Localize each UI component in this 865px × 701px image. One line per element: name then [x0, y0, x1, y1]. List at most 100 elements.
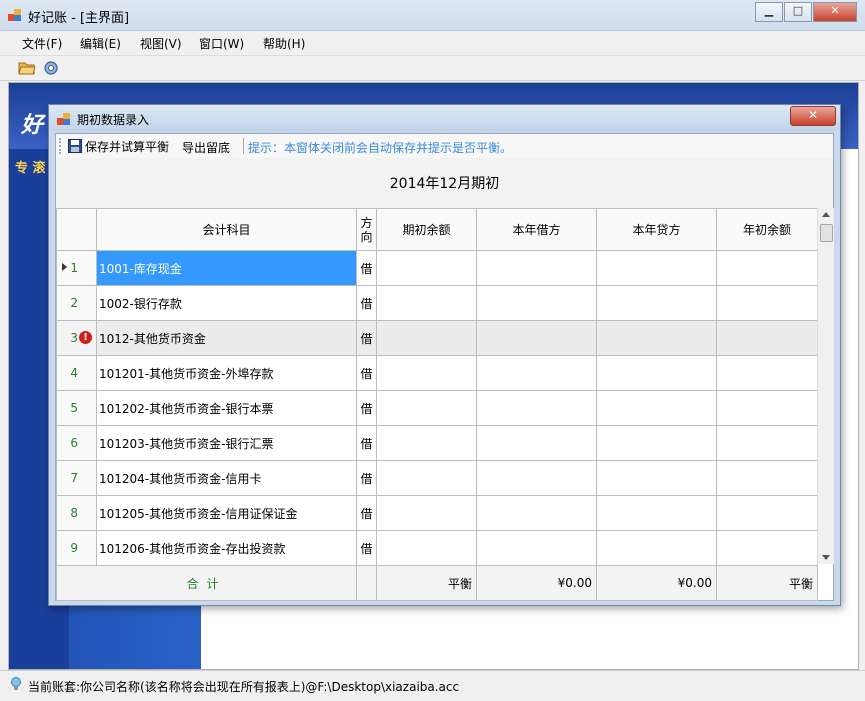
app-logo: 好 — [21, 113, 44, 138]
row-number[interactable]: 8 — [56, 495, 97, 531]
year-start-balance-cell[interactable] — [716, 460, 818, 496]
table-row[interactable]: 2 1002-银行存款 借 — [56, 285, 818, 321]
year-start-balance-cell[interactable] — [716, 495, 818, 531]
account-cell[interactable]: 101204-其他货币资金-信用卡 — [96, 460, 357, 496]
year-credit-cell[interactable] — [596, 425, 717, 461]
direction-cell[interactable]: 借 — [356, 390, 377, 426]
header-opening-balance[interactable]: 期初余额 — [376, 208, 477, 251]
opening-balance-cell[interactable] — [376, 390, 477, 426]
row-number[interactable]: 7 — [56, 460, 97, 496]
direction-cell[interactable]: 借 — [356, 320, 377, 356]
direction-cell[interactable]: 借 — [356, 425, 377, 461]
year-start-balance-cell[interactable] — [716, 250, 818, 286]
maximize-button[interactable]: □ — [784, 2, 812, 22]
header-account[interactable]: 会计科目 — [96, 208, 357, 251]
direction-cell[interactable]: 借 — [356, 250, 377, 286]
dialog-close-button[interactable]: ✕ — [790, 106, 836, 126]
scroll-thumb[interactable] — [820, 224, 833, 242]
year-debit-cell[interactable] — [476, 425, 597, 461]
opening-balance-cell[interactable] — [376, 355, 477, 391]
year-credit-cell[interactable] — [596, 320, 717, 356]
table-row[interactable]: 8 101205-其他货币资金-信用证保证金 借 — [56, 495, 818, 531]
direction-cell[interactable]: 借 — [356, 285, 377, 321]
header-year-credit[interactable]: 本年贷方 — [596, 208, 717, 251]
opening-balance-cell[interactable] — [376, 250, 477, 286]
row-number[interactable]: 1 — [56, 250, 97, 286]
year-debit-cell[interactable] — [476, 320, 597, 356]
account-cell[interactable]: 101206-其他货币资金-存出投资款 — [96, 530, 357, 566]
year-debit-cell[interactable] — [476, 460, 597, 496]
save-balance-button[interactable]: 保存并试算平衡 — [68, 138, 169, 154]
year-debit-cell[interactable] — [476, 250, 597, 286]
year-start-balance-cell[interactable] — [716, 320, 818, 356]
account-cell[interactable]: 101201-其他货币资金-外埠存款 — [96, 355, 357, 391]
row-number[interactable]: 4 — [56, 355, 97, 391]
opening-balance-cell[interactable] — [376, 460, 477, 496]
year-credit-cell[interactable] — [596, 250, 717, 286]
opening-balance-cell[interactable] — [376, 495, 477, 531]
year-credit-cell[interactable] — [596, 390, 717, 426]
table-row[interactable]: 4 101201-其他货币资金-外埠存款 借 — [56, 355, 818, 391]
account-cell[interactable]: 101205-其他货币资金-信用证保证金 — [96, 495, 357, 531]
opening-balance-cell[interactable] — [376, 285, 477, 321]
header-direction[interactable]: 方向 — [356, 208, 377, 251]
menu-file[interactable]: 文件(F) — [22, 35, 62, 52]
direction-cell[interactable]: 借 — [356, 355, 377, 391]
header-year-start-balance[interactable]: 年初余额 — [716, 208, 818, 251]
year-start-balance-cell[interactable] — [716, 285, 818, 321]
menu-window[interactable]: 窗口(W) — [199, 35, 244, 52]
header-year-debit[interactable]: 本年借方 — [476, 208, 597, 251]
row-number[interactable]: 6 — [56, 425, 97, 461]
opening-balance-cell[interactable] — [376, 425, 477, 461]
year-credit-cell[interactable] — [596, 460, 717, 496]
menu-view[interactable]: 视图(V) — [140, 35, 182, 52]
year-start-balance-cell[interactable] — [716, 390, 818, 426]
row-number[interactable]: 9 — [56, 530, 97, 566]
year-credit-cell[interactable] — [596, 530, 717, 566]
table-row[interactable]: 1 1001-库存现金 借 — [56, 250, 818, 286]
opening-balance-cell[interactable] — [376, 320, 477, 356]
total-direction-cell — [356, 565, 377, 601]
close-button[interactable]: ✕ — [813, 2, 857, 22]
table-row[interactable]: 9 101206-其他货币资金-存出投资款 借 — [56, 530, 818, 566]
year-debit-cell[interactable] — [476, 530, 597, 566]
year-start-balance-cell[interactable] — [716, 355, 818, 391]
menu-edit[interactable]: 编辑(E) — [80, 35, 121, 52]
year-credit-cell[interactable] — [596, 285, 717, 321]
table-row[interactable]: 5 101202-其他货币资金-银行本票 借 — [56, 390, 818, 426]
grid-vertical-scrollbar[interactable] — [817, 208, 834, 564]
year-debit-cell[interactable] — [476, 355, 597, 391]
settings-icon[interactable] — [42, 59, 60, 77]
account-cell[interactable]: 101203-其他货币资金-银行汇票 — [96, 425, 357, 461]
year-debit-cell[interactable] — [476, 390, 597, 426]
account-cell[interactable]: 101202-其他货币资金-银行本票 — [96, 390, 357, 426]
export-button[interactable]: 导出留底 — [182, 139, 230, 156]
scroll-down-icon[interactable] — [822, 555, 830, 560]
scroll-up-icon[interactable] — [822, 212, 830, 217]
direction-cell[interactable]: 借 — [356, 530, 377, 566]
year-start-balance-cell[interactable] — [716, 530, 818, 566]
account-cell[interactable]: 1001-库存现金 — [96, 250, 357, 286]
table-row[interactable]: 6 101203-其他货币资金-银行汇票 借 — [56, 425, 818, 461]
table-row[interactable]: 3! 1012-其他货币资金 借 — [56, 320, 818, 356]
row-number[interactable]: 5 — [56, 390, 97, 426]
minimize-button[interactable]: ▁ — [755, 2, 783, 22]
year-start-balance-cell[interactable] — [716, 425, 818, 461]
opening-balance-cell[interactable] — [376, 530, 477, 566]
grid-corner-header — [56, 208, 97, 251]
direction-cell[interactable]: 借 — [356, 495, 377, 531]
year-credit-cell[interactable] — [596, 355, 717, 391]
menu-help[interactable]: 帮助(H) — [263, 35, 305, 52]
table-row[interactable]: 7 101204-其他货币资金-信用卡 借 — [56, 460, 818, 496]
year-debit-cell[interactable] — [476, 285, 597, 321]
open-folder-icon[interactable] — [18, 59, 36, 77]
row-number[interactable]: 3! — [56, 320, 97, 356]
year-credit-cell[interactable] — [596, 495, 717, 531]
account-cell[interactable]: 1012-其他货币资金 — [96, 320, 357, 356]
dialog-title-bar[interactable]: 期初数据录入 ✕ — [49, 105, 840, 131]
row-number[interactable]: 2 — [56, 285, 97, 321]
account-cell[interactable]: 1002-银行存款 — [96, 285, 357, 321]
direction-cell[interactable]: 借 — [356, 460, 377, 496]
menu-bar: 文件(F) 编辑(E) 视图(V) 窗口(W) 帮助(H) — [0, 31, 865, 56]
year-debit-cell[interactable] — [476, 495, 597, 531]
